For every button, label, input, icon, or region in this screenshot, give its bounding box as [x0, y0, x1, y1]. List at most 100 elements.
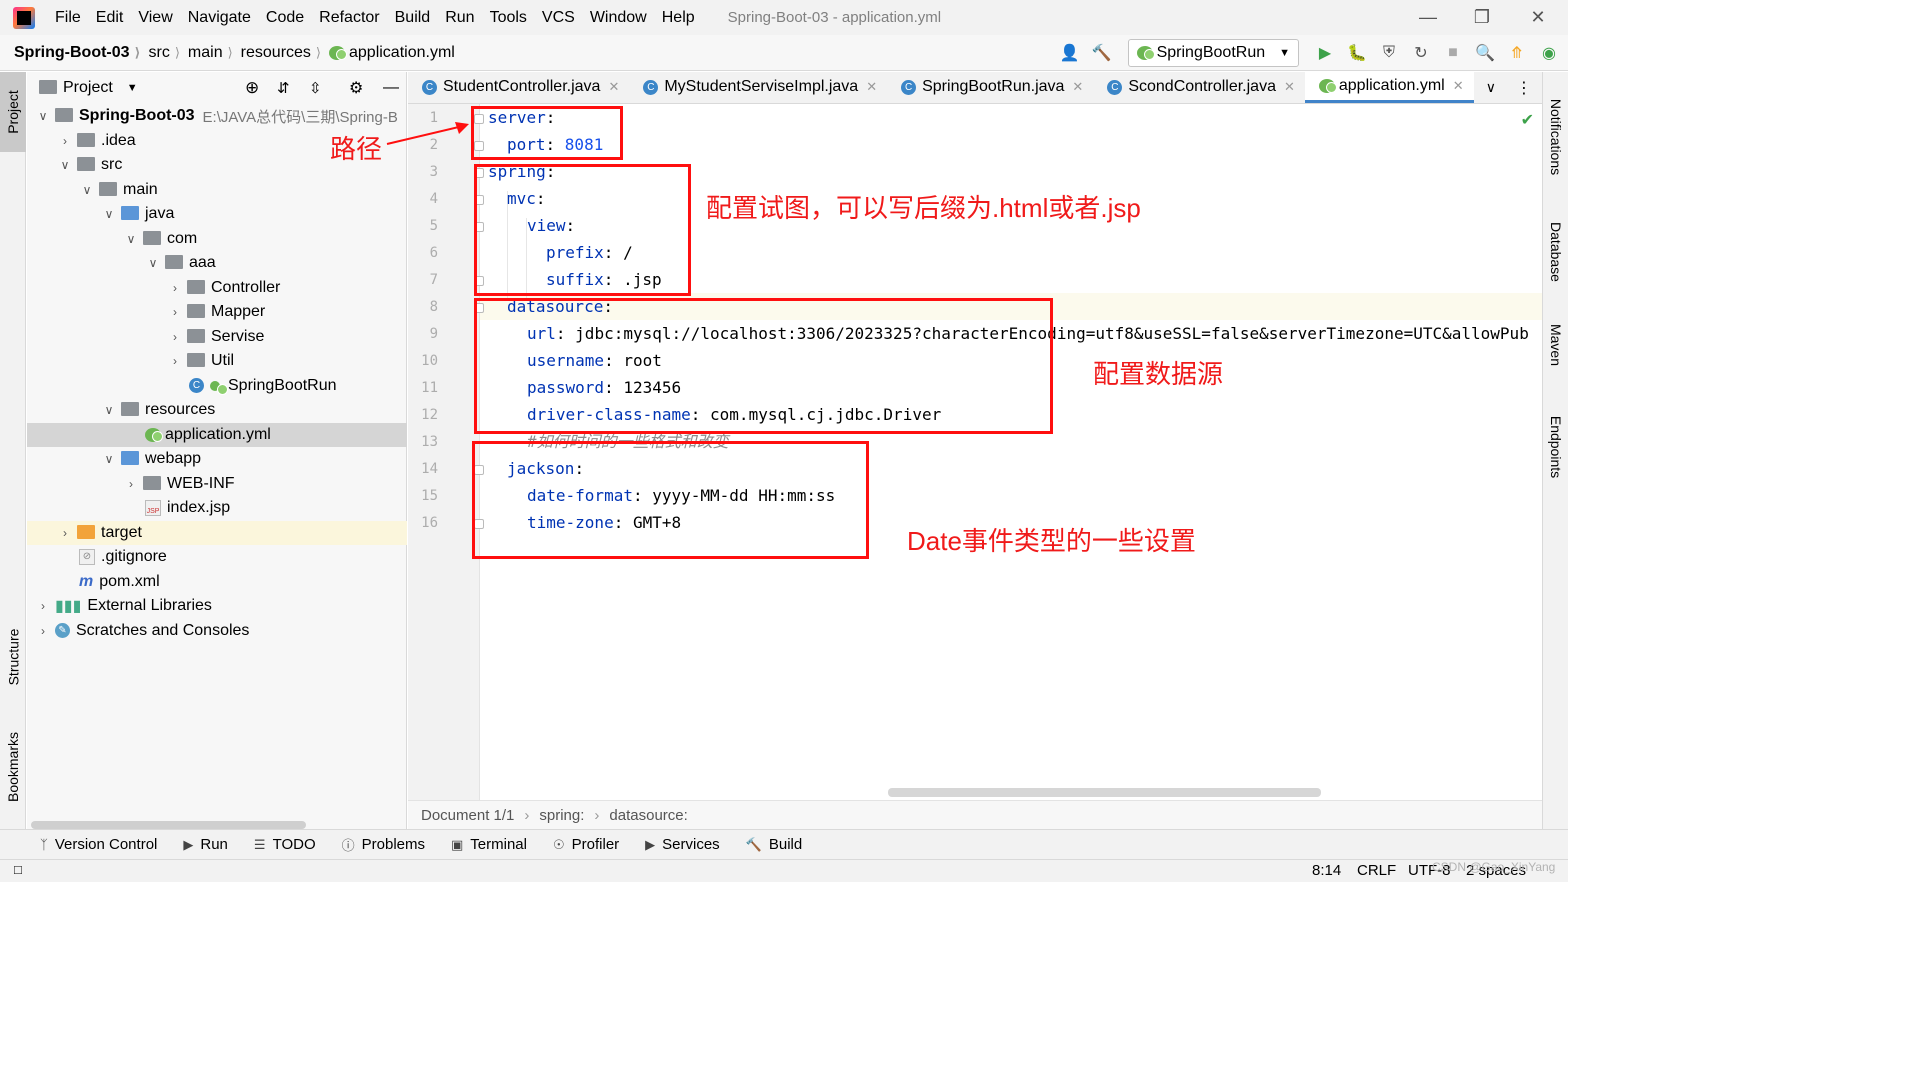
coverage-icon[interactable]: ⛨	[1378, 42, 1400, 64]
user-icon[interactable]: 👤	[1059, 42, 1081, 64]
minimize-button[interactable]: —	[1400, 0, 1456, 35]
breadcrumb-src[interactable]: src ⟩	[149, 44, 180, 62]
tool-run[interactable]: ▶ Run	[183, 836, 228, 853]
tool-todo[interactable]: ☰ TODO	[254, 836, 316, 853]
tool-version-control[interactable]: ᛉ Version Control	[40, 836, 157, 853]
jetbrains-toolbox-icon[interactable]: ◉	[1538, 42, 1560, 64]
close-icon[interactable]: ✕	[866, 79, 877, 95]
tree-item-pom-xml[interactable]: m pom.xml	[27, 570, 407, 595]
caret-position[interactable]: 8:14	[1312, 862, 1341, 879]
menu-window[interactable]: Window	[590, 9, 647, 27]
close-icon[interactable]: ✕	[1453, 78, 1464, 94]
menu-run[interactable]: Run	[445, 9, 474, 27]
menu-help[interactable]: Help	[662, 9, 695, 27]
chevron-right-icon[interactable]: ›	[167, 354, 183, 368]
tool-build[interactable]: 🔨 Build	[746, 836, 803, 853]
chevron-down-icon[interactable]: ∨	[101, 207, 117, 221]
chevron-down-icon[interactable]: ∨	[79, 183, 95, 197]
menu-code[interactable]: Code	[266, 9, 304, 27]
profile-icon[interactable]: ↻	[1410, 42, 1432, 64]
tree-item-webapp[interactable]: ∨ webapp	[27, 447, 407, 472]
collapse-all-icon[interactable]: ⇳	[309, 79, 322, 97]
tree-item-util[interactable]: › Util	[27, 349, 407, 374]
tab-spring-boot-run[interactable]: C SpringBootRun.java ✕	[887, 71, 1093, 103]
tool-problems[interactable]: ⓘ Problems	[342, 835, 425, 854]
chevron-right-icon[interactable]: ›	[35, 599, 51, 613]
run-icon[interactable]: ▶	[1314, 42, 1336, 64]
chevron-right-icon[interactable]: ›	[123, 477, 139, 491]
chevron-right-icon[interactable]: ›	[167, 305, 183, 319]
horizontal-scrollbar[interactable]	[888, 788, 1321, 797]
tree-item-java[interactable]: ∨ java	[27, 202, 407, 227]
chevron-right-icon[interactable]: ›	[167, 330, 183, 344]
chevron-down-icon[interactable]: ▼	[127, 82, 138, 94]
menu-build[interactable]: Build	[395, 9, 431, 27]
tab-my-student-servise-impl[interactable]: C MyStudentServiseImpl.java ✕	[629, 71, 887, 103]
project-panel-title[interactable]: Project	[63, 79, 113, 97]
breadcrumb-project[interactable]: Spring-Boot-03 ⟩	[14, 44, 141, 62]
tree-item-external-libraries[interactable]: › ▮▮▮ External Libraries	[27, 594, 407, 619]
tree-item-servise[interactable]: › Servise	[27, 325, 407, 350]
search-icon[interactable]: 🔍	[1474, 42, 1496, 64]
tree-item-gitignore[interactable]: ⊘ .gitignore	[27, 545, 407, 570]
chevron-down-icon[interactable]: ∨	[1486, 79, 1496, 96]
menu-refactor[interactable]: Refactor	[319, 9, 379, 27]
breadcrumb-document[interactable]: Document 1/1	[421, 807, 514, 824]
run-configuration-select[interactable]: SpringBootRun ▼	[1127, 39, 1299, 67]
chevron-down-icon[interactable]: ∨	[101, 403, 117, 417]
tree-item-springbootrun[interactable]: C SpringBootRun	[27, 374, 407, 399]
tree-item-scratches[interactable]: › ✎ Scratches and Consoles	[27, 619, 407, 644]
gear-icon[interactable]: ⚙	[349, 78, 363, 98]
tool-tab-endpoints[interactable]: Endpoints	[1543, 402, 1569, 492]
tool-profiler[interactable]: ☉ Profiler	[553, 836, 619, 853]
tree-item-target[interactable]: › target	[27, 520, 407, 545]
hide-panel-icon[interactable]: —	[383, 79, 399, 97]
chevron-down-icon[interactable]: ∨	[35, 109, 51, 123]
chevron-down-icon[interactable]: ∨	[145, 256, 161, 270]
menu-navigate[interactable]: Navigate	[188, 9, 251, 27]
debug-icon[interactable]: 🐛	[1346, 42, 1368, 64]
chevron-down-icon[interactable]: ∨	[123, 232, 139, 246]
breadcrumb-spring[interactable]: spring:	[539, 807, 584, 824]
chevron-down-icon[interactable]: ∨	[57, 158, 73, 172]
menu-vcs[interactable]: VCS	[542, 9, 575, 27]
tree-item-application-yml[interactable]: application.yml	[27, 422, 407, 447]
tree-item-resources[interactable]: ∨ resources	[27, 398, 407, 423]
toggle-tool-windows-icon[interactable]: □	[14, 862, 22, 877]
chevron-right-icon[interactable]: ›	[57, 134, 73, 148]
menu-file[interactable]: File	[55, 9, 81, 27]
breadcrumb-datasource[interactable]: datasource:	[609, 807, 687, 824]
chevron-right-icon[interactable]: ›	[57, 526, 73, 540]
line-separator[interactable]: CRLF	[1357, 862, 1396, 879]
tree-item-web-inf[interactable]: › WEB-INF	[27, 472, 407, 497]
tree-item-project-root[interactable]: ∨ Spring-Boot-03 E:\JAVA总代码\三期\Spring-B	[27, 104, 407, 129]
menu-tools[interactable]: Tools	[490, 9, 527, 27]
build-hammer-icon[interactable]: 🔨	[1091, 42, 1113, 64]
horizontal-scrollbar[interactable]	[31, 821, 306, 829]
tree-item-controller[interactable]: › Controller	[27, 276, 407, 301]
tree-item-aaa[interactable]: ∨ aaa	[27, 251, 407, 276]
expand-all-icon[interactable]: ⇵	[277, 79, 290, 97]
tree-item-mapper[interactable]: › Mapper	[27, 300, 407, 325]
tool-tab-structure[interactable]: Structure	[0, 612, 26, 702]
chevron-right-icon[interactable]: ›	[35, 624, 51, 638]
tool-tab-database[interactable]: Database	[1543, 207, 1569, 297]
stop-icon[interactable]: ■	[1442, 42, 1464, 64]
tool-tab-project[interactable]: Project	[0, 72, 26, 152]
locate-file-icon[interactable]: ⊕	[245, 78, 259, 98]
breadcrumb-main[interactable]: main ⟩	[188, 44, 233, 62]
close-window-button[interactable]: ✕	[1510, 0, 1566, 35]
tool-services[interactable]: ▶ Services	[645, 836, 720, 853]
tree-item-index-jsp[interactable]: JSP index.jsp	[27, 496, 407, 521]
tab-application-yml[interactable]: application.yml ✕	[1304, 71, 1474, 103]
tree-item-main[interactable]: ∨ main	[27, 178, 407, 203]
tool-tab-bookmarks[interactable]: Bookmarks	[0, 717, 26, 817]
restore-button[interactable]: ❐	[1454, 0, 1510, 35]
inspection-ok-icon[interactable]: ✔	[1521, 110, 1534, 130]
tool-tab-maven[interactable]: Maven	[1543, 310, 1569, 380]
close-icon[interactable]: ✕	[1284, 79, 1295, 95]
close-icon[interactable]: ✕	[1072, 79, 1083, 95]
tab-student-controller[interactable]: C StudentController.java ✕	[408, 71, 629, 103]
menu-view[interactable]: View	[138, 9, 172, 27]
tool-tab-notifications[interactable]: Notifications	[1543, 82, 1569, 192]
